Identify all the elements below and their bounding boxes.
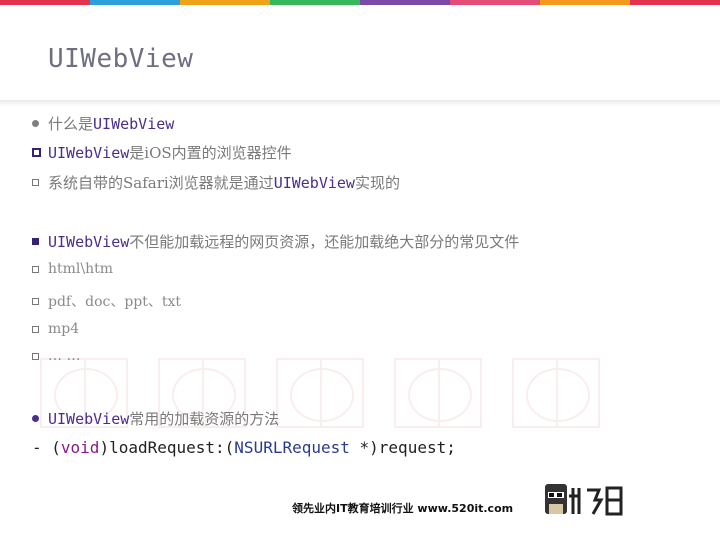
line-suffix: 常用的加载资源的方法 (129, 410, 280, 428)
sig-param-rest: *)request; (349, 438, 456, 457)
brand-logo (545, 484, 623, 516)
bullet-line: UIWebView 常用的加载资源的方法 (32, 408, 279, 429)
line-code: UIWebView (273, 173, 355, 192)
mascot-icon (545, 484, 567, 514)
bullet-line: UIWebView 不但能加载远程的网页资源，还能加载绝大部分的常见文件 (32, 231, 519, 252)
logo-glyphs (569, 486, 623, 516)
stripe-seg (450, 0, 540, 5)
line-text: mp4 (48, 321, 80, 337)
bullet-line: 系统自带的Safari浏览器就是通过 UIWebView 实现的 (32, 172, 400, 193)
bullet-line: 什么是 UIWebView (32, 113, 174, 134)
line-prefix: 什么是 (48, 115, 94, 133)
sig-method: )loadRequest:( (99, 438, 235, 457)
method-signature: - (void)loadRequest:(NSURLRequest *)requ… (32, 438, 456, 457)
sig-dash: - ( (32, 438, 61, 457)
stripe-seg (90, 0, 180, 5)
watermark-tile (394, 358, 482, 428)
bullet-line: html\htm (32, 261, 113, 277)
square-bullet-icon (32, 179, 48, 186)
square-bullet-icon (32, 265, 48, 273)
stripe-seg (540, 0, 630, 5)
bullet-line: UIWebView 是iOS内置的浏览器控件 (32, 142, 292, 163)
watermark-tile (512, 358, 600, 428)
sig-return-type: void (60, 438, 100, 457)
stripe-seg (270, 0, 360, 5)
square-bullet-icon (32, 297, 48, 305)
line-code: UIWebView (93, 114, 175, 133)
bullet-line: pdf、doc、ppt、txt (32, 291, 181, 311)
line-text: pdf、doc、ppt、txt (48, 294, 182, 310)
stripe-seg (630, 0, 720, 5)
dot-bullet-icon (32, 120, 48, 127)
stripe-seg (360, 0, 450, 5)
square-bullet-icon (32, 352, 48, 360)
sig-param-type: NSURLRequest (234, 438, 350, 457)
stripe-seg (180, 0, 270, 5)
line-suffix: 是iOS内置的浏览器控件 (129, 144, 292, 162)
color-stripe (0, 0, 720, 5)
square-bullet-icon (32, 238, 48, 245)
line-text: html\htm (48, 261, 114, 277)
footer-text: 领先业内IT教育培训行业 www.520it.com (292, 502, 514, 515)
line-text: … … (48, 348, 81, 364)
bullet-line: mp4 (32, 321, 79, 337)
line-suffix: 不但能加载远程的网页资源，还能加载绝大部分的常见文件 (129, 233, 520, 251)
line-code: UIWebView (48, 409, 130, 428)
square-bullet-icon (32, 148, 48, 157)
line-code: UIWebView (48, 143, 130, 162)
bullet-line: … … (32, 348, 80, 364)
stripe-seg (0, 0, 90, 5)
title-divider (0, 100, 720, 106)
line-prefix: 系统自带的Safari浏览器就是通过 (48, 174, 274, 192)
slide-title: UIWebView (48, 44, 194, 74)
line-code: UIWebView (48, 232, 130, 251)
dot-bullet-icon (32, 415, 48, 422)
watermark-tile (276, 358, 364, 428)
line-suffix: 实现的 (354, 174, 400, 192)
square-bullet-icon (32, 325, 48, 333)
